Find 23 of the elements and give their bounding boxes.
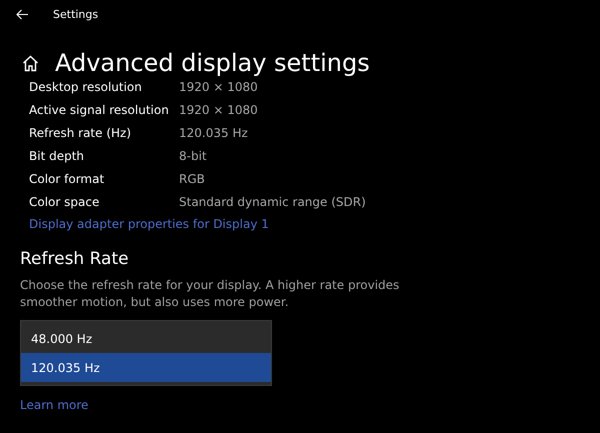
info-value: 1920 × 1080: [179, 80, 259, 94]
back-arrow-icon: [16, 8, 29, 20]
section-description: Choose the refresh rate for your display. A higher rate provides smoother motion, but also uses more power.: [20, 277, 400, 311]
window-title: Settings: [53, 8, 98, 20]
refresh-rate-option[interactable]: 120.035 Hz: [21, 353, 271, 382]
info-label: Color format: [29, 172, 106, 186]
info-value: RGB: [179, 172, 206, 186]
home-icon[interactable]: [22, 54, 39, 72]
info-label: Color space: [29, 194, 100, 208]
info-value: Standard dynamic range (SDR): [179, 194, 367, 208]
info-label: Refresh rate (Hz): [29, 126, 132, 140]
learn-more-link[interactable]: Learn more: [20, 398, 88, 412]
back-button[interactable]: [14, 6, 31, 22]
info-label: Active signal resolution: [29, 102, 170, 116]
info-label: Desktop resolution: [29, 80, 143, 94]
info-value: 1920 × 1080: [179, 102, 259, 116]
info-label: Bit depth: [29, 148, 86, 162]
adapter-properties-link[interactable]: Display adapter properties for Display 1: [29, 217, 269, 231]
info-value: 120.035 Hz: [179, 126, 249, 140]
section-heading: Refresh Rate: [20, 249, 129, 269]
refresh-rate-option[interactable]: 48.000 Hz: [21, 324, 271, 353]
info-value: 8-bit: [179, 148, 208, 162]
page-title: Advanced display settings: [55, 48, 370, 78]
